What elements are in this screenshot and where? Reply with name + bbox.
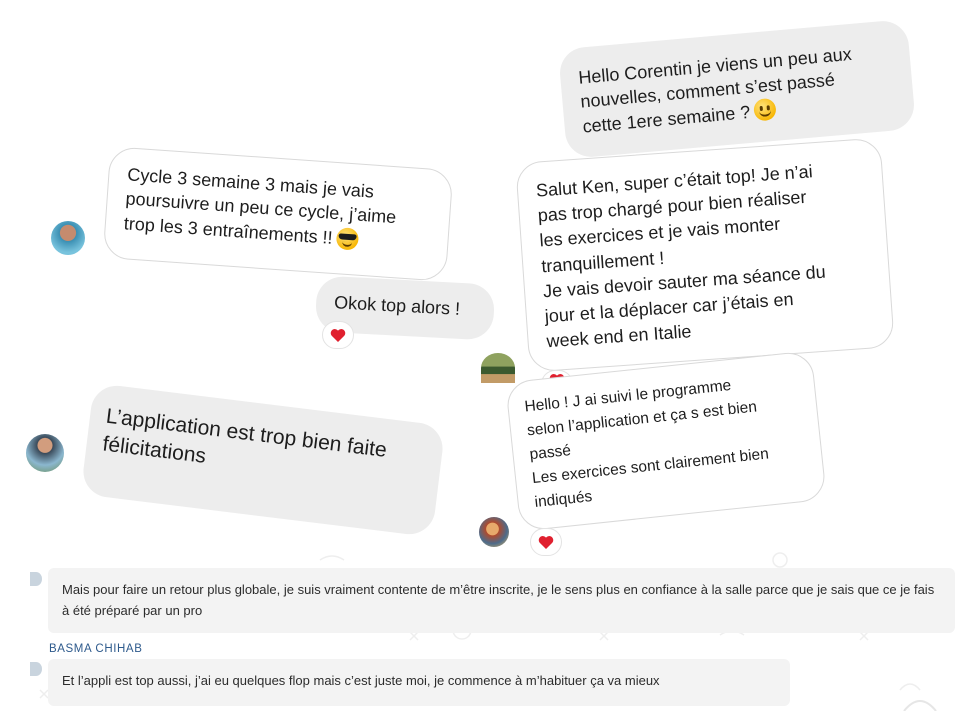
sender-name: BASMA CHIHAB — [49, 643, 143, 655]
message-bubble-cycle3: Cycle 3 semaine 3 mais je vais poursuivr… — [102, 146, 454, 282]
chat-message-text: Mais pour faire un retour plus globale, … — [62, 582, 935, 619]
chat-message: Et l’appli est top aussi, j’ai eu quelqu… — [48, 659, 790, 706]
red-heart-icon — [330, 328, 346, 342]
avatar — [51, 221, 85, 255]
bubble-text-line: Okok top alors ! — [333, 292, 461, 319]
chat-message-text: Et l’appli est top aussi, j’ai eu quelqu… — [62, 673, 660, 688]
decorative-shape-icon — [903, 700, 937, 711]
avatar — [481, 353, 515, 383]
message-bubble-hello-j-ai-suivi: Hello ! J ai suivi le programme selon l’… — [505, 350, 827, 532]
smiling-face-with-sunglasses-icon — [335, 226, 360, 251]
heart-reaction-badge — [322, 321, 354, 349]
slightly-smiling-face-icon — [753, 97, 777, 122]
avatar — [26, 434, 64, 472]
avatar — [30, 572, 42, 586]
message-bubble-application: L’application est trop bien faite félici… — [80, 382, 446, 538]
chat-message: Mais pour faire un retour plus globale, … — [48, 568, 955, 633]
avatar — [30, 662, 42, 676]
message-bubble-hello-corentin: Hello Corentin je viens un peu aux nouve… — [557, 18, 917, 160]
message-bubble-salut-ken: Salut Ken, super c’était top! Je n’ai pa… — [515, 137, 895, 373]
